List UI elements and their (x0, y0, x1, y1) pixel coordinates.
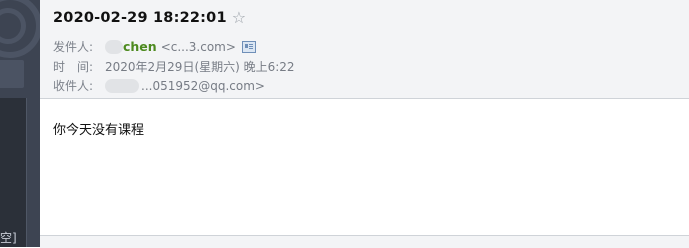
mail-body: 你今天没有课程 (53, 123, 145, 138)
left-sidebar: 空] (0, 0, 42, 247)
time-value: 2020年2月29日(星期六) 晚上6:22 (105, 60, 295, 74)
sender-name[interactable]: chen (123, 39, 157, 54)
from-row: 发件人: chen <c...3.com> (53, 38, 256, 55)
sidebar-tab[interactable] (0, 60, 24, 88)
mail-footer-bar (40, 235, 689, 248)
to-row: 收件人: ...051952@qq.com> (53, 77, 265, 94)
recipient-address[interactable]: ...051952@qq.com> (141, 79, 265, 93)
star-icon[interactable]: ☆ (232, 10, 246, 26)
subject-row: 2020-02-29 18:22:01 ☆ (53, 10, 246, 27)
to-label: 收件人: (53, 79, 94, 93)
from-label: 发件人: (53, 40, 94, 54)
sidebar-folder-label[interactable]: 空] (0, 229, 17, 246)
mail-header: 2020-02-29 18:22:01 ☆ 发件人: chen <c...3.c… (40, 0, 689, 99)
mail-reader: 2020-02-29 18:22:01 ☆ 发件人: chen <c...3.c… (40, 0, 689, 248)
address-card-icon[interactable] (241, 40, 256, 53)
time-label: 时 间: (53, 60, 94, 74)
mail-subject: 2020-02-29 18:22:01 (53, 10, 227, 26)
redacted-sender-prefix (105, 39, 123, 54)
redacted-recipient-prefix (105, 78, 139, 93)
sidebar-folder-panel (0, 98, 27, 247)
sender-address-text: <c...3.com> (160, 39, 236, 54)
sender-address[interactable]: <c...3.com> (161, 40, 236, 54)
time-row: 时 间: 2020年2月29日(星期六) 晚上6:22 (53, 58, 295, 75)
